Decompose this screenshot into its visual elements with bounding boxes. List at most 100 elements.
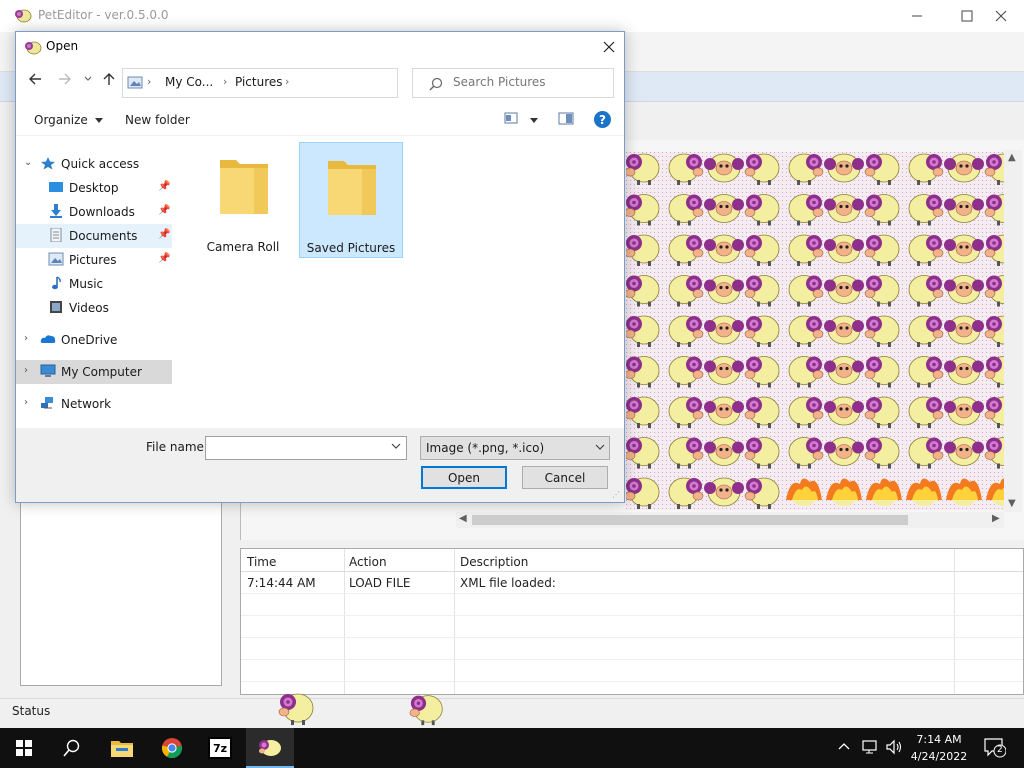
nav-label: OneDrive	[61, 333, 118, 347]
nav-item-downloads[interactable]: Downloads 📌	[16, 200, 172, 224]
nav-item-quick-access[interactable]: ⌄ Quick access	[16, 152, 172, 176]
nav-label: Downloads	[69, 205, 135, 219]
cancel-button[interactable]: Cancel	[522, 466, 608, 489]
desktop-pet-sheep[interactable]	[276, 686, 320, 728]
scroll-up-icon[interactable]: ▲	[1008, 152, 1016, 163]
star-icon	[41, 157, 55, 170]
chevron-right-icon: ›	[24, 333, 28, 344]
organize-menu[interactable]: Organize	[34, 113, 103, 127]
chevron-right-icon: ›	[223, 75, 228, 88]
clock-date: 4/24/2022	[910, 750, 968, 763]
folder-saved-pictures[interactable]: Saved Pictures	[299, 142, 403, 258]
back-button[interactable]	[28, 72, 42, 90]
pin-icon: 📌	[158, 181, 171, 192]
minimize-button[interactable]	[894, 0, 940, 32]
log-header-description: Description	[460, 555, 529, 569]
up-button[interactable]	[102, 72, 116, 90]
taskbar-7zip[interactable]: 7z	[196, 728, 244, 768]
taskbar-file-explorer[interactable]	[98, 728, 146, 768]
address-bar[interactable]: › My Co... › Pictures ›	[122, 68, 497, 98]
7zip-icon: 7z	[208, 737, 232, 759]
pictures-folder-icon	[127, 76, 143, 89]
dialog-close-button[interactable]	[594, 32, 624, 62]
desktop-icon	[49, 182, 63, 192]
scroll-right-icon[interactable]: ▶	[992, 513, 1000, 524]
computer-icon	[40, 364, 56, 377]
log-row-line	[241, 637, 1023, 638]
search-icon	[429, 77, 443, 91]
help-button[interactable]: ?	[594, 111, 611, 128]
chevron-right-icon: ›	[24, 397, 28, 408]
log-header-action: Action	[349, 555, 387, 569]
taskbar-search-button[interactable]	[48, 728, 96, 768]
notification-center-button[interactable]: 2	[984, 738, 1006, 758]
sheep-icon	[259, 740, 281, 756]
nav-item-desktop[interactable]: Desktop 📌	[16, 176, 172, 200]
show-hidden-icons-button[interactable]	[838, 740, 850, 754]
nav-label: Pictures	[69, 253, 117, 267]
nav-item-network[interactable]: › Network	[16, 392, 172, 416]
scroll-thumb[interactable]	[472, 515, 908, 525]
recent-locations-button[interactable]	[84, 75, 92, 86]
nav-label: Network	[61, 397, 112, 411]
dropdown-arrow-icon	[529, 118, 538, 123]
dialog-title: Open	[46, 39, 79, 53]
chevron-right-icon: ›	[147, 75, 152, 88]
file-name-dropdown-button[interactable]	[391, 442, 401, 453]
chevron-down-icon	[595, 443, 605, 454]
taskbar-peteditor[interactable]	[246, 728, 294, 768]
sprite-sheet-image[interactable]	[626, 152, 1004, 510]
breadcrumb-pictures[interactable]: Pictures	[235, 75, 283, 89]
chevron-down-icon	[84, 76, 92, 81]
log-header-time: Time	[247, 555, 277, 569]
log-cell-action: LOAD FILE	[349, 576, 411, 590]
app-close-button[interactable]	[978, 0, 1024, 32]
volume-tray-icon[interactable]	[886, 739, 904, 758]
search-placeholder: Search Pictures	[453, 75, 546, 89]
change-view-button[interactable]	[504, 112, 538, 127]
scroll-down-icon[interactable]: ▼	[1008, 498, 1016, 509]
pin-icon: 📌	[158, 229, 171, 240]
scroll-left-icon[interactable]: ◀	[459, 513, 467, 524]
pin-icon: 📌	[158, 253, 171, 264]
taskbar-clock[interactable]: 7:14 AM 4/24/2022	[904, 731, 974, 765]
file-type-select[interactable]: Image (*.png, *.ico)	[420, 436, 610, 460]
file-name-input[interactable]	[205, 436, 407, 460]
video-icon	[50, 301, 62, 313]
new-folder-button[interactable]: New folder	[125, 113, 190, 127]
search-box[interactable]: Search Pictures	[412, 68, 614, 98]
help-icon: ?	[599, 112, 606, 127]
open-file-dialog: Open › My Co... › Pictures › Search Pict…	[15, 31, 625, 503]
network-icon	[41, 397, 53, 409]
frames-list-panel[interactable]	[20, 500, 222, 686]
taskbar-chrome[interactable]	[148, 728, 196, 768]
windows-logo-icon	[16, 740, 32, 756]
network-tray-icon[interactable]	[862, 739, 880, 758]
open-button[interactable]: Open	[421, 466, 507, 489]
breadcrumb-my-computer[interactable]: My Co...	[165, 75, 213, 89]
dialog-nav-bar: › My Co... › Pictures › Search Pictures	[16, 62, 624, 104]
chevron-down-icon: ⌄	[24, 157, 33, 168]
resize-grip-icon[interactable]: ⋰	[612, 490, 620, 499]
forward-button[interactable]	[58, 72, 72, 90]
nav-item-onedrive[interactable]: › OneDrive	[16, 328, 172, 352]
search-icon	[63, 739, 80, 757]
log-row-line	[241, 615, 1023, 616]
dialog-command-bar: Organize New folder ?	[16, 104, 624, 136]
nav-item-documents[interactable]: Documents 📌	[16, 224, 172, 248]
preview-vertical-scrollbar[interactable]: ▲ ▼	[1004, 150, 1022, 512]
preview-horizontal-scrollbar[interactable]: ◀ ▶	[456, 512, 1004, 528]
nav-item-my-computer[interactable]: › My Computer	[16, 360, 172, 384]
dialog-bottom-bar: File name: Image (*.png, *.ico) Open Can…	[16, 428, 624, 502]
start-button[interactable]	[0, 728, 48, 768]
7zip-label: 7z	[212, 741, 228, 755]
folder-label: Saved Pictures	[306, 241, 396, 255]
dialog-title-bar: Open	[16, 32, 624, 62]
desktop-pet-sheep[interactable]	[406, 688, 450, 728]
folder-camera-roll[interactable]: Camera Roll	[192, 142, 296, 258]
nav-item-videos[interactable]: Videos	[16, 296, 172, 320]
nav-item-pictures[interactable]: Pictures 📌	[16, 248, 172, 272]
nav-item-music[interactable]: Music	[16, 272, 172, 296]
log-table[interactable]: Time 7:14:44 AM Action LOAD FILE Descrip…	[240, 548, 1024, 695]
preview-pane-button[interactable]	[558, 112, 574, 128]
